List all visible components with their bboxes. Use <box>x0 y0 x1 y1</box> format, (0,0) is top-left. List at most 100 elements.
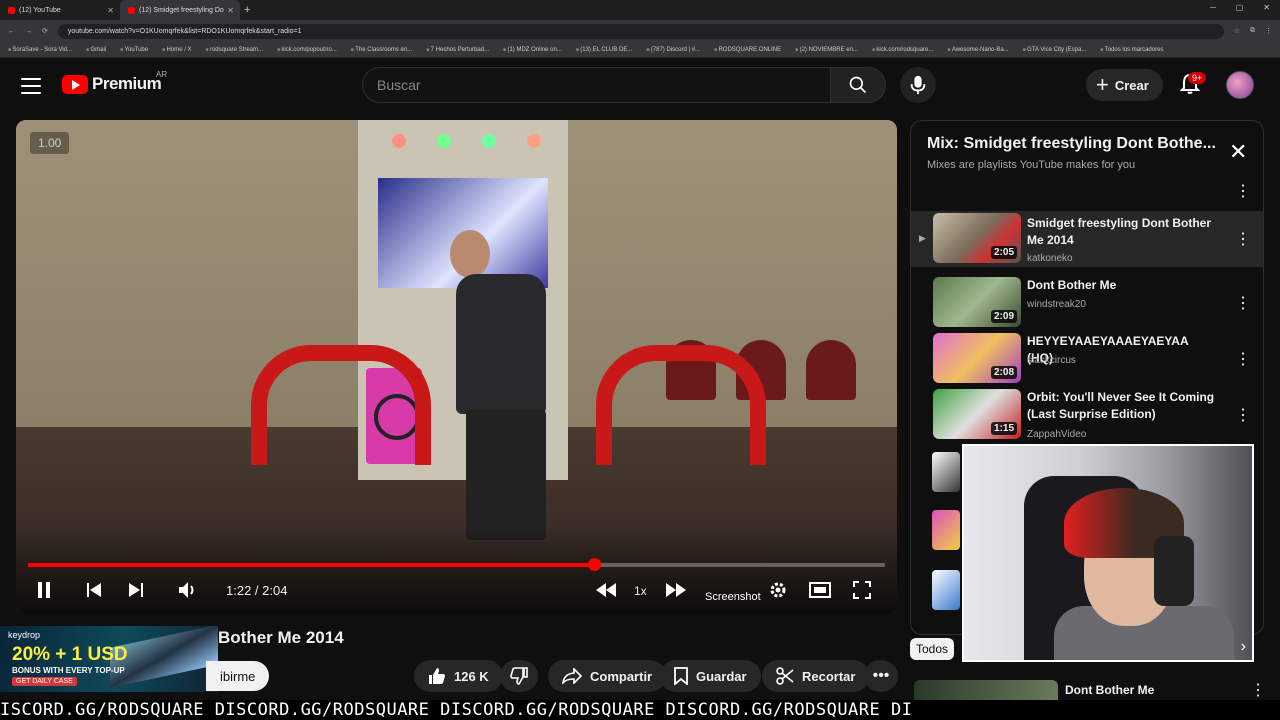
bookmark-star-icon[interactable]: ☆ <box>1234 27 1240 35</box>
close-playlist-icon[interactable]: ✕ <box>1229 141 1247 163</box>
scissors-icon <box>776 667 794 685</box>
volume-button[interactable] <box>176 578 200 602</box>
youtube-premium-logo[interactable]: Premium AR <box>62 70 167 94</box>
ad-cta: GET DAILY CASE <box>12 677 77 686</box>
item-more-icon[interactable]: ⋮ <box>1250 680 1266 700</box>
item-more-icon[interactable]: ⋮ <box>1235 229 1251 249</box>
new-tab-button[interactable]: + <box>244 4 250 16</box>
bookmark-item[interactable]: The Classrooms en... <box>351 47 412 53</box>
item-more-icon[interactable]: ⋮ <box>1235 405 1251 425</box>
playback-speed-overlay: 1.00 <box>30 132 70 154</box>
like-button[interactable]: 126 K <box>414 660 503 692</box>
dislike-button[interactable] <box>500 660 538 692</box>
progress-bar[interactable] <box>28 558 885 571</box>
playlist-item[interactable]: 2:08 HEYYEYAAEYAAAEYAEYAA (HQ) slackcirc… <box>911 331 1263 387</box>
bookmark-item[interactable]: (13) EL CLUB DE... <box>576 47 632 53</box>
save-label: Guardar <box>696 668 747 684</box>
scrubber-handle[interactable] <box>587 558 601 571</box>
video-thumbnail[interactable] <box>932 570 960 610</box>
playlist-more-icon[interactable]: ⋮ <box>1235 181 1251 201</box>
more-actions-button[interactable]: ••• <box>864 660 898 692</box>
bookmark-item[interactable]: Home / X <box>162 47 192 53</box>
previous-button[interactable] <box>82 578 106 602</box>
playlist-item[interactable]: 2:09 Dont Bother Me windstreak20 ⋮ <box>911 275 1263 331</box>
maximize-icon[interactable]: ▢ <box>1236 3 1244 12</box>
share-button[interactable]: Compartir <box>548 660 667 692</box>
fullscreen-button[interactable] <box>850 578 874 602</box>
screenshot-button[interactable]: Screenshot <box>705 591 761 603</box>
bookmark-item[interactable]: RODSQUARE.ONLINE <box>714 47 781 53</box>
duration-badge: 1:15 <box>990 422 1017 435</box>
ad-headline: 20% + 1 USD <box>12 644 128 665</box>
url-text: youtube.com/watch?v=O1KUomqrfek&list=RDO… <box>67 27 302 35</box>
browser-address-bar: ← → ⟳ youtube.com/watch?v=O1KUomqrfek&li… <box>0 20 1280 42</box>
bookmark-item[interactable]: GTA Vice City (Espa... <box>1023 47 1086 53</box>
save-button[interactable]: Guardar <box>660 660 761 692</box>
rewind-button[interactable] <box>594 578 618 602</box>
speed-control[interactable]: 1x <box>634 584 647 598</box>
item-more-icon[interactable]: ⋮ <box>1235 349 1251 369</box>
search-input[interactable] <box>362 67 830 103</box>
chevron-right-icon[interactable]: › <box>1241 638 1246 656</box>
item-more-icon[interactable]: ⋮ <box>1235 293 1251 313</box>
bookmark-item[interactable]: kick.com/rodsquare... <box>872 47 933 53</box>
close-window-icon[interactable]: ✕ <box>1263 3 1270 12</box>
extensions-icon[interactable]: ⧉ <box>1250 27 1255 35</box>
bookmark-item[interactable]: (1) MDZ Online on... <box>503 47 561 53</box>
close-tab-icon[interactable]: ✕ <box>227 6 234 15</box>
bookmark-item[interactable]: (787) Discord | #... <box>646 47 700 53</box>
theater-mode-icon <box>809 582 831 598</box>
playlist-title[interactable]: Mix: Smidget freestyling Dont Bothe... <box>927 135 1223 153</box>
playlist-item[interactable]: ▶ 2:05 Smidget freestyling Dont Bother M… <box>911 211 1263 267</box>
browser-tab-video[interactable]: (12) Smidget freestyling Do ✕ <box>120 0 240 20</box>
streamer-webcam-overlay: › <box>962 444 1254 662</box>
duration-badge: 2:05 <box>990 246 1017 259</box>
bookmarks-bar: SoraSave - Sora Vid... Gmail YouTube Home /… <box>0 42 1280 58</box>
clip-button[interactable]: Recortar <box>762 660 870 692</box>
video-thumbnail[interactable] <box>932 452 960 492</box>
voice-search-button[interactable] <box>900 67 936 103</box>
fullscreen-icon <box>853 581 871 599</box>
pause-icon <box>38 582 50 598</box>
search-bar <box>362 67 886 103</box>
playlist-item[interactable]: 1:15 Orbit: You'll Never See It Coming (… <box>911 387 1263 443</box>
bookmark-item[interactable]: 7 Hechos Perturbad... <box>426 47 489 53</box>
video-player[interactable]: 1.00 1:22 / 2:04 1x Screenshot <box>16 120 897 615</box>
browser-tab-youtube[interactable]: (12) YouTube ✕ <box>0 0 120 20</box>
next-button[interactable] <box>124 578 148 602</box>
url-field[interactable]: youtube.com/watch?v=O1KUomqrfek&list=RDO… <box>57 23 1224 39</box>
pause-button[interactable] <box>32 578 56 602</box>
country-code: AR <box>156 70 168 79</box>
browser-menu-icon[interactable]: ⋮ <box>1265 27 1272 35</box>
reload-icon[interactable]: ⟳ <box>42 27 48 35</box>
bookmark-item[interactable]: Todos los marcadores <box>1100 47 1164 53</box>
bookmark-item[interactable]: kick.com/popout/ro... <box>277 47 336 53</box>
minimize-icon[interactable]: ─ <box>1210 3 1216 12</box>
theater-mode-button[interactable] <box>808 578 832 602</box>
back-icon[interactable]: ← <box>8 28 15 35</box>
search-button[interactable] <box>830 67 886 103</box>
bookmark-icon <box>674 667 688 685</box>
bookmark-item[interactable]: rodsquare Stream... <box>206 47 263 53</box>
bookmark-item[interactable]: Awesome-Nano-Ba... <box>947 47 1009 53</box>
create-button[interactable]: + Crear <box>1086 69 1163 101</box>
close-tab-icon[interactable]: ✕ <box>107 6 114 15</box>
account-avatar[interactable] <box>1226 71 1254 99</box>
bookmark-item[interactable]: SoraSave - Sora Vid... <box>8 47 72 53</box>
subscribe-button[interactable]: ibirme <box>206 661 270 691</box>
ad-banner[interactable]: keydrop 20% + 1 USD BONUS WITH EVERY TOP… <box>0 626 218 692</box>
settings-button[interactable] <box>766 578 790 602</box>
bookmark-item[interactable]: (2) NOVIEMBRE en... <box>795 47 858 53</box>
forward-icon[interactable]: → <box>25 28 32 35</box>
ad-subtext: BONUS WITH EVERY TOP-UP <box>12 666 125 675</box>
youtube-logo-icon <box>62 74 88 94</box>
hamburger-menu-button[interactable] <box>18 74 44 98</box>
fast-forward-button[interactable] <box>664 578 688 602</box>
video-thumbnail[interactable] <box>932 510 960 550</box>
more-horizontal-icon: ••• <box>872 667 890 684</box>
clip-label: Recortar <box>802 668 856 684</box>
filter-chip-all[interactable]: Todos <box>910 638 955 660</box>
bookmark-item[interactable]: YouTube <box>120 47 149 53</box>
bookmark-item[interactable]: Gmail <box>86 47 106 53</box>
stream-ticker: ISCORD.GG/RODSQUARE DISCORD.GG/RODSQUARE… <box>0 700 1280 720</box>
